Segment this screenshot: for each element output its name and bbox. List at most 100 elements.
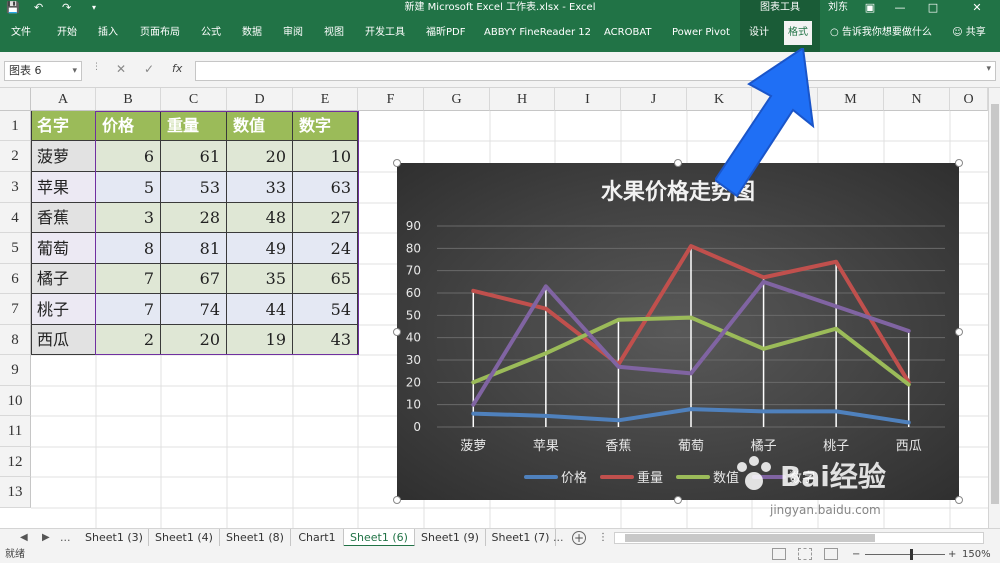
maximize-icon[interactable]: □ [918, 0, 948, 15]
sheet-tab[interactable]: Sheet1 (3) [80, 529, 149, 547]
resize-handle-bottom[interactable] [674, 496, 682, 504]
column-header[interactable]: N [884, 88, 950, 111]
table-cell[interactable]: 61 [161, 141, 227, 172]
resize-handle-bottom-left[interactable] [393, 496, 401, 504]
column-header[interactable]: I [555, 88, 621, 111]
expand-formula-icon[interactable]: ▾ [986, 64, 991, 74]
table-cell[interactable]: 橘子 [31, 264, 96, 294]
table-header-cell[interactable]: 数字 [293, 111, 358, 141]
table-cell[interactable]: 7 [96, 294, 161, 325]
table-cell[interactable]: 53 [161, 172, 227, 203]
ribbon-display-icon[interactable]: ▣ [855, 0, 885, 15]
row-header[interactable]: 3 [0, 172, 31, 203]
row-header[interactable]: 6 [0, 264, 31, 294]
row-header[interactable]: 2 [0, 141, 31, 172]
column-header[interactable]: H [490, 88, 555, 111]
resize-handle-bottom-right[interactable] [955, 496, 963, 504]
table-header-cell[interactable]: 数值 [227, 111, 293, 141]
resize-handle-top-left[interactable] [393, 159, 401, 167]
tab-review[interactable]: 审阅 [283, 23, 303, 43]
column-header[interactable]: E [293, 88, 358, 111]
row-header[interactable]: 11 [0, 416, 31, 447]
tab-page-layout[interactable]: 页面布局 [140, 23, 180, 43]
column-header[interactable]: F [358, 88, 424, 111]
table-cell[interactable]: 49 [227, 233, 293, 264]
row-header[interactable]: 10 [0, 386, 31, 416]
normal-view-icon[interactable] [772, 548, 786, 560]
row-header[interactable]: 13 [0, 477, 31, 508]
resize-handle-top[interactable] [674, 159, 682, 167]
table-cell[interactable]: 7 [96, 264, 161, 294]
tab-insert[interactable]: 插入 [98, 23, 118, 43]
sheet-tab-active[interactable]: Sheet1 (6) [344, 529, 415, 547]
line-chart[interactable]: 水果价格走势图 0 10 20 30 40 50 60 70 80 90 菠萝 苹果 香蕉 葡萄 橘子 桃子 西瓜… [397, 163, 959, 500]
split-icon[interactable]: ⋮ [598, 529, 608, 547]
column-header[interactable]: C [161, 88, 227, 111]
column-header[interactable]: A [31, 88, 96, 111]
tab-format[interactable]: 格式 [784, 21, 812, 45]
zoom-out-icon[interactable]: − [852, 546, 860, 563]
resize-handle-left[interactable] [393, 328, 401, 336]
more-sheets-left[interactable]: ... [60, 529, 71, 547]
tab-design[interactable]: 设计 [749, 23, 769, 43]
table-cell[interactable]: 44 [227, 294, 293, 325]
tab-foxit-pdf[interactable]: 福昕PDF [426, 23, 465, 43]
table-cell[interactable]: 5 [96, 172, 161, 203]
tab-formulas[interactable]: 公式 [201, 23, 221, 43]
select-all-corner[interactable] [0, 88, 31, 111]
table-cell[interactable]: 2 [96, 325, 161, 355]
column-header[interactable]: M [818, 88, 884, 111]
table-cell[interactable]: 35 [227, 264, 293, 294]
table-cell[interactable]: 菠萝 [31, 141, 96, 172]
table-cell[interactable]: 20 [227, 141, 293, 172]
horizontal-scroll-thumb[interactable] [625, 534, 875, 542]
sheet-tab[interactable]: Sheet1 (4) [149, 529, 220, 547]
table-cell[interactable]: 苹果 [31, 172, 96, 203]
page-layout-view-icon[interactable] [798, 548, 812, 560]
resize-handle-right[interactable] [955, 328, 963, 336]
sheet-tab[interactable]: Sheet1 (7) [486, 529, 556, 547]
table-cell[interactable]: 19 [227, 325, 293, 355]
vertical-scroll-thumb[interactable] [991, 104, 999, 504]
resize-handle-top-right[interactable] [955, 159, 963, 167]
tab-abbyy[interactable]: ABBYY FineReader 12 [484, 23, 591, 43]
table-cell[interactable]: 48 [227, 203, 293, 233]
table-cell[interactable]: 54 [293, 294, 358, 325]
table-cell[interactable]: 43 [293, 325, 358, 355]
table-cell[interactable]: 8 [96, 233, 161, 264]
table-cell[interactable]: 10 [293, 141, 358, 172]
sheet-tab[interactable]: Sheet1 (8) [220, 529, 291, 547]
more-sheets-right[interactable]: ... [553, 529, 564, 547]
row-header[interactable]: 7 [0, 294, 31, 325]
table-cell[interactable]: 81 [161, 233, 227, 264]
column-header[interactable]: G [424, 88, 490, 111]
prev-sheet-icon[interactable]: ◀ [20, 529, 28, 547]
next-sheet-icon[interactable]: ▶ [42, 529, 50, 547]
enter-icon[interactable]: ✓ [144, 62, 154, 76]
tab-view[interactable]: 视图 [324, 23, 344, 43]
tab-home[interactable]: 开始 [57, 23, 77, 43]
row-header[interactable]: 12 [0, 447, 31, 477]
vertical-scrollbar[interactable] [988, 88, 1000, 528]
tell-me-box[interactable]: ○ 告诉我你想要做什么 [830, 23, 932, 43]
formula-input[interactable]: ▾ [195, 61, 996, 81]
tab-developer[interactable]: 开发工具 [365, 23, 405, 43]
column-header[interactable]: J [621, 88, 687, 111]
name-box[interactable]: 图表 6 ▾ [4, 61, 82, 81]
table-cell[interactable]: 65 [293, 264, 358, 294]
insert-function-icon[interactable]: fx [172, 62, 182, 75]
table-header-cell[interactable]: 价格 [96, 111, 161, 141]
minimize-icon[interactable]: — [885, 0, 915, 15]
row-header[interactable]: 4 [0, 203, 31, 233]
table-cell[interactable]: 香蕉 [31, 203, 96, 233]
share-button[interactable]: ☺ 共享 [943, 20, 995, 46]
zoom-level[interactable]: 150% [962, 546, 991, 563]
tab-acrobat[interactable]: ACROBAT [604, 23, 652, 43]
column-header[interactable]: D [227, 88, 293, 111]
table-cell[interactable]: 27 [293, 203, 358, 233]
chevron-down-icon[interactable]: ▾ [72, 62, 77, 80]
table-cell[interactable]: 西瓜 [31, 325, 96, 355]
zoom-in-icon[interactable]: + [948, 546, 956, 563]
horizontal-scrollbar[interactable] [614, 532, 984, 544]
sheet-tab[interactable]: Chart1 [291, 529, 344, 547]
